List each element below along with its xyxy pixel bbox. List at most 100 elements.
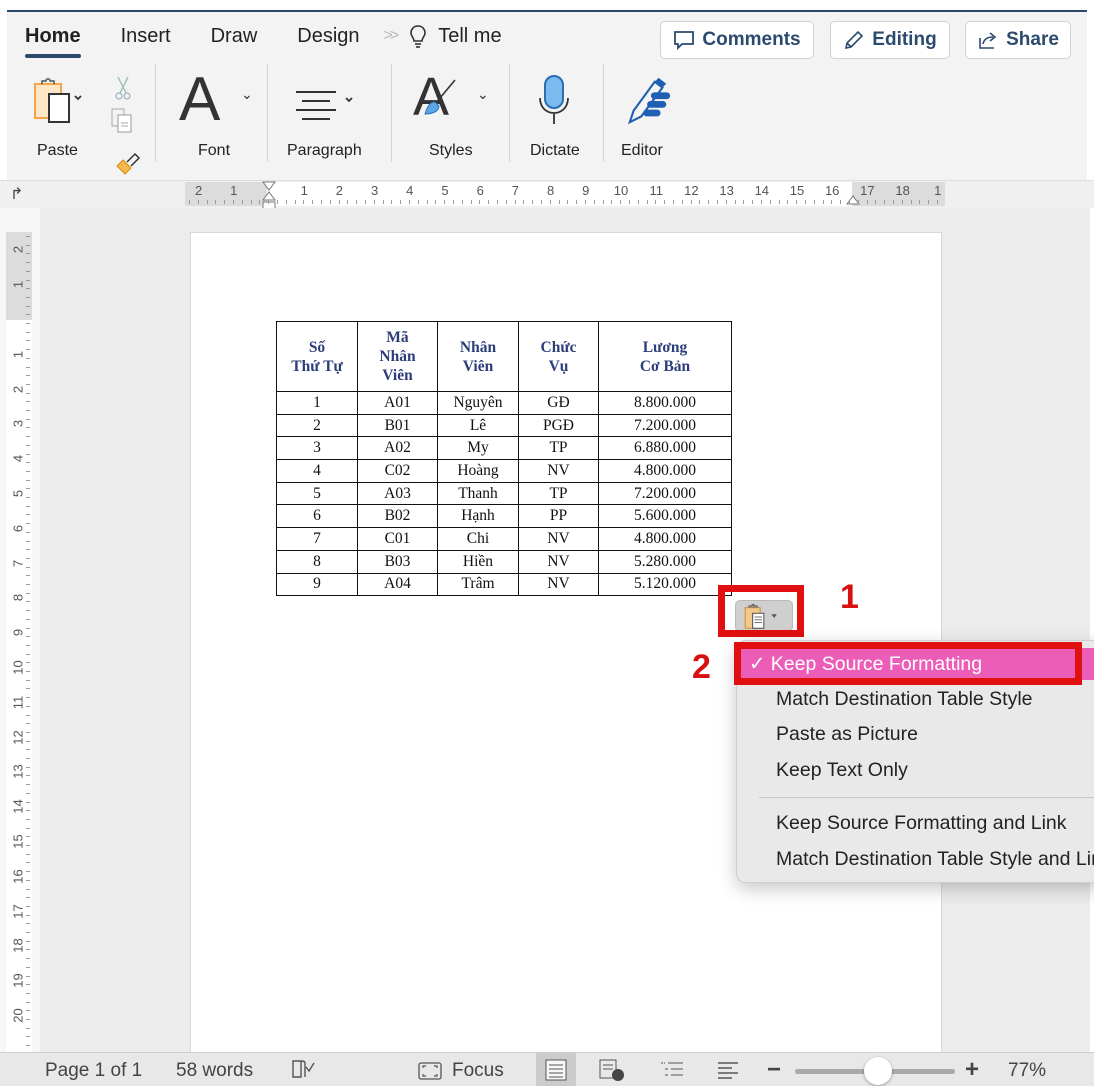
zoom-slider-knob[interactable] <box>864 1057 893 1085</box>
cell-employee-name[interactable]: Hiền <box>437 549 519 574</box>
cell-stt[interactable]: 2 <box>276 413 358 438</box>
cell-position[interactable]: PP <box>518 504 599 529</box>
employee-table[interactable]: Số Thứ Tự Mã Nhân Viên Nhân Viên Chức Vụ… <box>276 321 732 597</box>
cell-employee-code[interactable]: B03 <box>357 549 438 574</box>
ribbon-separator <box>391 64 392 162</box>
cell-stt[interactable]: 8 <box>276 549 358 574</box>
format-painter-icon[interactable] <box>115 150 141 176</box>
cell-employee-name[interactable]: Thanh <box>437 481 519 506</box>
tab-stop-icon[interactable]: ↱ <box>10 184 23 204</box>
cell-employee-name[interactable]: Trâm <box>437 572 519 597</box>
header-line: Lương <box>642 338 688 356</box>
cell-stt[interactable]: 3 <box>276 436 358 461</box>
paragraph-group[interactable]: Paragraph <box>282 72 392 172</box>
cell-stt[interactable]: 1 <box>276 391 358 415</box>
ruler-label: 4 <box>406 183 414 198</box>
paste-button[interactable]: Paste <box>29 72 104 167</box>
cell-position[interactable]: PGĐ <box>518 413 599 438</box>
ruler-tick <box>26 897 30 899</box>
comments-button[interactable]: Comments <box>660 21 814 59</box>
tab-home[interactable]: Home <box>25 25 81 58</box>
cell-employee-code[interactable]: B01 <box>357 413 438 438</box>
menu-item-keep-source-formatting-and-link[interactable]: Keep Source Formatting and Link <box>776 812 1067 835</box>
zoom-in-button[interactable]: + <box>965 1056 979 1084</box>
cell-position[interactable]: GĐ <box>518 391 599 415</box>
cell-base-salary[interactable]: 5.600.000 <box>598 504 732 529</box>
cell-employee-name[interactable]: Hoàng <box>437 459 519 483</box>
cell-position[interactable]: TP <box>518 436 599 461</box>
ruler-tick <box>26 705 30 707</box>
cell-base-salary[interactable]: 5.120.000 <box>598 572 732 597</box>
cell-stt[interactable]: 5 <box>276 481 358 506</box>
copy-icon[interactable] <box>111 108 133 134</box>
horizontal-ruler[interactable]: 2 1 1 2 3 4 5 6 7 8 9 10 11 12 13 14 15 16 17 18 1 <box>185 181 945 210</box>
menu-item-paste-as-picture[interactable]: Paste as Picture <box>776 723 918 746</box>
menu-item-match-destination-table-style[interactable]: Match Destination Table Style <box>776 688 1033 711</box>
draft-icon[interactable] <box>716 1060 742 1080</box>
proofing-book-icon[interactable] <box>291 1059 317 1081</box>
page-count[interactable]: Page 1 of 1 <box>45 1060 142 1082</box>
cell-employee-code[interactable]: B02 <box>357 504 438 529</box>
cell-base-salary[interactable]: 7.200.000 <box>598 413 732 438</box>
ruler-tick <box>373 200 375 204</box>
cell-employee-code[interactable]: C01 <box>357 527 438 551</box>
ruler-tick <box>26 810 30 812</box>
tab-draw[interactable]: Draw <box>211 25 258 48</box>
cell-base-salary[interactable]: 4.800.000 <box>598 527 732 551</box>
cell-stt[interactable]: 7 <box>276 527 358 551</box>
editing-button[interactable]: Editing <box>830 21 950 59</box>
zoom-out-button[interactable]: − <box>767 1056 781 1084</box>
web-layout-icon[interactable] <box>598 1058 626 1082</box>
ruler-tick <box>646 200 648 204</box>
font-group[interactable]: A ⌄ Font <box>167 65 267 172</box>
vertical-ruler-label: 17 <box>10 903 26 919</box>
scissors-icon[interactable] <box>115 76 131 100</box>
focus-button[interactable]: Focus <box>418 1060 504 1082</box>
menu-item-keep-text-only[interactable]: Keep Text Only <box>776 759 908 782</box>
share-button[interactable]: Share <box>965 21 1071 59</box>
editor-button[interactable]: Editor <box>617 72 697 172</box>
cell-employee-code[interactable]: C02 <box>357 459 438 483</box>
zoom-slider[interactable] <box>795 1057 955 1085</box>
cell-base-salary[interactable]: 8.800.000 <box>598 391 732 415</box>
indent-marker-icon[interactable] <box>261 180 277 210</box>
annotation-box-2 <box>734 642 1082 685</box>
cell-base-salary[interactable]: 7.200.000 <box>598 481 732 506</box>
cell-employee-code[interactable]: A01 <box>357 391 438 415</box>
cell-employee-code[interactable]: A02 <box>357 436 438 461</box>
cell-position[interactable]: NV <box>518 527 599 551</box>
cell-employee-name[interactable]: My <box>437 436 519 461</box>
tab-insert[interactable]: Insert <box>121 25 171 48</box>
ruler-tick <box>26 731 30 733</box>
cell-employee-name[interactable]: Chi <box>437 527 519 551</box>
menu-item-match-destination-table-style-and-link[interactable]: Match Destination Table Style and Link <box>776 848 1094 871</box>
double-chevron-right-icon[interactable]: >> <box>384 27 400 45</box>
cell-base-salary[interactable]: 5.280.000 <box>598 549 732 574</box>
print-layout-button[interactable] <box>536 1053 576 1086</box>
tell-me-search[interactable]: Tell me <box>408 24 502 48</box>
ruler-tick <box>268 200 270 204</box>
ruler-tick <box>233 200 234 204</box>
cell-base-salary[interactable]: 4.800.000 <box>598 459 732 483</box>
cell-employee-name[interactable]: Hạnh <box>437 504 519 529</box>
zoom-percent[interactable]: 77% <box>1008 1060 1046 1082</box>
cell-stt[interactable]: 9 <box>276 572 358 597</box>
cell-position[interactable]: NV <box>518 549 599 574</box>
outline-icon[interactable] <box>659 1060 685 1080</box>
tab-design[interactable]: Design <box>297 25 359 48</box>
vertical-ruler[interactable]: 2 1 1 2 3 4 5 6 7 8 9 10 11 12 13 14 15 16 17 18 19 20 <box>6 232 32 1052</box>
cell-employee-name[interactable]: Nguyên <box>437 391 519 415</box>
styles-group[interactable]: A ⌄ Styles <box>407 67 507 172</box>
ruler-tick <box>637 200 639 204</box>
cell-base-salary[interactable]: 6.880.000 <box>598 436 732 461</box>
cell-position[interactable]: TP <box>518 481 599 506</box>
cell-employee-code[interactable]: A03 <box>357 481 438 506</box>
cell-employee-name[interactable]: Lê <box>437 413 519 438</box>
cell-position[interactable]: NV <box>518 459 599 483</box>
word-count[interactable]: 58 words <box>176 1060 253 1082</box>
cell-stt[interactable]: 6 <box>276 504 358 529</box>
cell-stt[interactable]: 4 <box>276 459 358 483</box>
cell-position[interactable]: NV <box>518 572 599 597</box>
cell-employee-code[interactable]: A04 <box>357 572 438 597</box>
dictate-button[interactable]: Dictate <box>519 72 599 172</box>
